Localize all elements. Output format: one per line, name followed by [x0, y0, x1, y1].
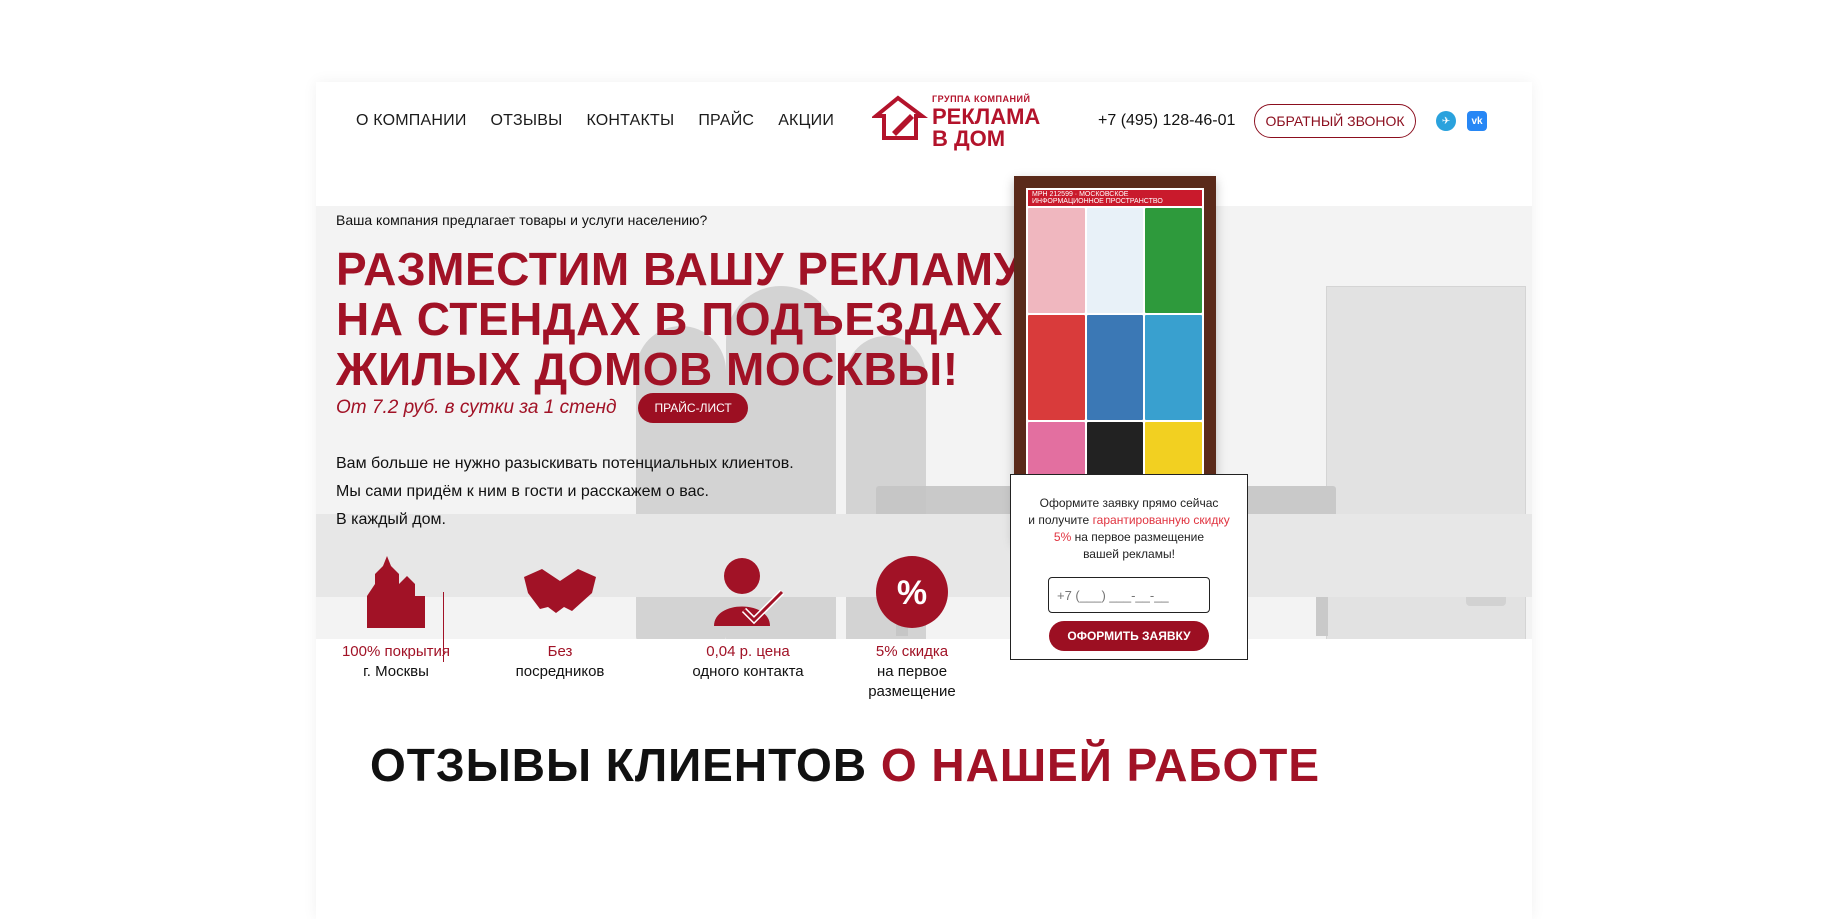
feature-no-middleman: Без посредников: [480, 552, 640, 682]
person-check-icon: [708, 552, 788, 632]
reviews-heading-red: О НАШЕЙ РАБОТЕ: [880, 739, 1321, 791]
order-form: Оформите заявку прямо сейчас и получите …: [1010, 474, 1248, 660]
form-line: Оформите заявку прямо сейчас: [1039, 496, 1219, 510]
lead-line: В каждый дом.: [336, 511, 446, 528]
nav-reviews[interactable]: ОТЗЫВЫ: [491, 112, 563, 130]
form-text-part: и получите: [1028, 513, 1093, 527]
feature-red-text: 100% покрытия: [341, 643, 451, 660]
logo-small-text: ГРУППА КОМПАНИЙ: [932, 94, 1031, 104]
form-line: 5% на первое размещение: [1011, 529, 1247, 546]
main-nav: О КОМПАНИИ ОТЗЫВЫ КОНТАКТЫ ПРАЙС АКЦИИ: [356, 112, 834, 130]
feature-coverage: 100% покрытия г. Москвы: [316, 552, 476, 682]
handshake-icon: [520, 552, 600, 632]
logo-line-1: РЕКЛАМА: [932, 104, 1041, 129]
price-list-button[interactable]: ПРАЙС-ЛИСТ: [638, 393, 748, 423]
form-line: вашей рекламы!: [1083, 547, 1175, 561]
hero-lead: Вам больше не нужно разыскивать потенциа…: [336, 450, 794, 534]
ad-tile: [1086, 208, 1144, 313]
telegram-icon[interactable]: ✈: [1436, 111, 1456, 131]
feature-black-text: посредников: [515, 663, 605, 680]
logo-icon: [872, 95, 928, 140]
feature-black-text: одного контакта: [692, 663, 804, 680]
form-highlight: 5%: [1053, 530, 1072, 544]
logo-line-2: В ДОМ: [932, 126, 1006, 151]
feature-divider: [443, 592, 444, 662]
feature-discount: % 5% скидка на первое размещение: [832, 552, 992, 702]
form-line: и получите гарантированную скидку: [1011, 512, 1247, 529]
lead-line: Мы сами придём к ним в гости и расскажем…: [336, 483, 709, 500]
reviews-heading: ОТЗЫВЫ КЛИЕНТОВ О НАШЕЙ РАБОТЕ: [370, 738, 1320, 792]
ad-tile: [1145, 315, 1202, 420]
nav-about[interactable]: О КОМПАНИИ: [356, 112, 467, 130]
nav-price[interactable]: ПРАЙС: [698, 112, 754, 130]
callback-button[interactable]: ОБРАТНЫЙ ЗВОНОК: [1254, 104, 1416, 138]
price-row: От 7.2 руб. в сутки за 1 стенд ПРАЙС-ЛИС…: [336, 393, 748, 423]
form-text: Оформите заявку прямо сейчас и получите …: [1011, 495, 1247, 563]
percent-badge-icon: %: [872, 552, 952, 632]
phone-input[interactable]: [1048, 577, 1210, 613]
feature-contact-price: 0,04 р. цена одного контакта: [668, 552, 828, 682]
hero-title: РАЗМЕСТИМ ВАШУ РЕКЛАМУ НА СТЕНДАХ В ПОДЪ…: [336, 243, 1023, 395]
kremlin-icon: [356, 552, 436, 632]
submit-order-button[interactable]: ОФОРМИТЬ ЗАЯВКУ: [1049, 621, 1209, 651]
nav-contacts[interactable]: КОНТАКТЫ: [586, 112, 674, 130]
page: О КОМПАНИИ ОТЗЫВЫ КОНТАКТЫ ПРАЙС АКЦИИ Г…: [0, 0, 1848, 919]
feature-red-text: Без: [547, 643, 573, 660]
ad-tile: [1028, 208, 1085, 313]
form-text-part: на первое размещение: [1071, 530, 1205, 544]
feature-red-text: 5% скидка: [875, 643, 949, 660]
feature-red-text: 0,04 р. цена: [706, 643, 790, 660]
ad-tile: [1028, 315, 1085, 420]
nav-promo[interactable]: АКЦИИ: [778, 112, 834, 130]
svg-text:%: %: [897, 574, 927, 612]
hero-subtitle: Ваша компания предлагает товары и услуги…: [336, 212, 708, 228]
vk-icon[interactable]: vk: [1467, 111, 1487, 131]
feature-black-text: на первое размещение: [868, 663, 956, 700]
logo[interactable]: ГРУППА КОМПАНИЙ РЕКЛАМА В ДОМ: [872, 92, 1042, 154]
stand-header: МРН 212599 · МОСКОВСКОЕ ИНФОРМАЦИОННОЕ П…: [1028, 190, 1202, 206]
features: 100% покрытия г. Москвы Без посредников …: [316, 552, 1016, 722]
reviews-heading-black: ОТЗЫВЫ КЛИЕНТОВ: [370, 739, 868, 791]
ad-tile: [1145, 208, 1202, 313]
lead-line: Вам больше не нужно разыскивать потенциа…: [336, 455, 794, 472]
price-text: От 7.2 руб. в сутки за 1 стенд: [336, 397, 617, 418]
feature-black-text: г. Москвы: [363, 663, 429, 680]
ad-tile: [1086, 315, 1144, 420]
phone-number[interactable]: +7 (495) 128-46-01: [1098, 112, 1235, 130]
logo-title: РЕКЛАМА В ДОМ: [932, 106, 1040, 150]
form-highlight: гарантированную скидку: [1092, 513, 1230, 527]
